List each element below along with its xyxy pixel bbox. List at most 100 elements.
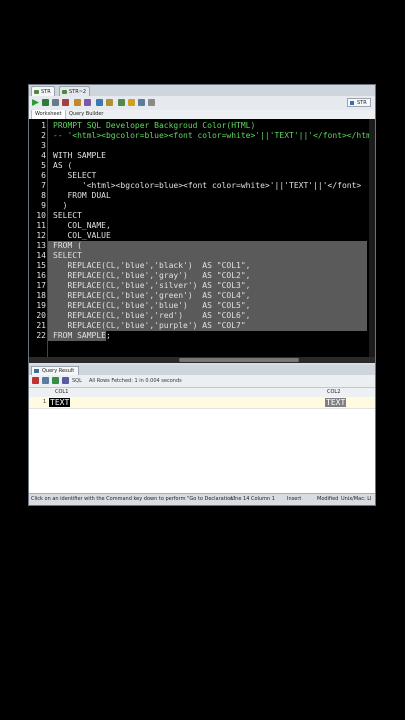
code-text: REPLACE(CL,'blue','red') AS "COL6", [53,311,251,320]
clear-icon[interactable] [106,99,113,106]
code-text: REPLACE(CL,'blue','purple') AS "COL7" [53,321,246,330]
sql-editor[interactable]: 1 PROMPT SQL Developer Backgroud Color(HT… [29,119,375,363]
worksheet-icon [34,90,39,94]
code-text: ) [53,201,68,210]
column-header-col1[interactable]: COL1 [55,388,68,397]
code-text: FROM ( [53,241,82,250]
code-line: 14 SELECT [29,251,375,261]
fetch-status: All Rows Fetched: 1 in 0.004 seconds [89,378,182,384]
connection-label: STR [357,100,367,106]
code-line: 1 PROMPT SQL Developer Backgroud Color(HT… [29,121,375,131]
line-number: 19 [36,301,46,310]
code-text: REPLACE(CL,'blue','silver') AS "COL3", [53,281,251,290]
pin-icon[interactable] [32,377,39,384]
code-text: REPLACE(CL,'blue','gray') AS "COL2", [53,271,251,280]
cursor-position: Line 14 Column 1 [231,496,275,502]
code-line: 4 WITH SAMPLE [29,151,375,161]
sql-tuning-icon[interactable] [96,99,103,106]
history-icon[interactable] [118,99,125,106]
run-statement-icon[interactable] [32,99,39,106]
tab-str[interactable]: STR [31,86,55,96]
print-icon[interactable] [42,377,49,384]
query-result-panel: Query Result SQL All Rows Fetched: 1 in … [29,365,375,495]
line-number: 1 [41,121,46,130]
status-hint: Click on an identifier with the Command … [31,496,236,502]
code-text: COL_NAME, [53,221,111,230]
code-text: FROM SAMPLE; [53,331,111,340]
run-script-icon[interactable] [42,99,49,106]
line-number: 9 [41,201,46,210]
code-text: '<html><bgcolor=blue><font color=white>'… [53,181,362,190]
format-icon[interactable] [128,99,135,106]
tab-query-builder[interactable]: Query Builder [66,110,106,119]
database-icon [350,101,354,105]
code-text: AS ( [53,161,73,170]
cell-col2[interactable]: TEXT [325,398,347,407]
worksheet-icon [62,90,67,94]
line-number: 4 [41,151,46,160]
cell-col1[interactable]: TEXT [49,398,71,407]
editor-horizontal-scrollbar[interactable] [29,357,375,363]
row-number: 1 [43,399,47,405]
line-number: 2 [41,131,46,140]
scrollbar-thumb[interactable] [179,358,299,362]
code-text: REPLACE(CL,'blue','black') AS "COL1", [53,261,251,270]
column-header-col2[interactable]: COL2 [327,388,340,397]
tab-query-result[interactable]: Query Result [31,366,80,375]
tab-str-label: STR [41,89,51,95]
code-line: 5 AS ( [29,161,375,171]
line-number: 5 [41,161,46,170]
line-number: 6 [41,171,46,180]
export-icon[interactable] [62,377,69,384]
line-number: 20 [36,311,46,320]
find-icon[interactable] [138,99,145,106]
status-bar: Click on an identifier with the Command … [29,493,375,505]
code-line: 19 REPLACE(CL,'blue','blue') AS "COL5", [29,301,375,311]
code-text: REPLACE(CL,'blue','blue') AS "COL5", [53,301,251,310]
tab-str-2-label: STR~2 [69,89,87,95]
commit-icon[interactable] [52,99,59,106]
line-ending-status: Unix/Mac: LI [341,496,372,502]
autotrace-icon[interactable] [74,99,81,106]
code-line: 17 REPLACE(CL,'blue','silver') AS "COL3"… [29,281,375,291]
rollback-icon[interactable] [62,99,69,106]
code-line: 20 REPLACE(CL,'blue','red') AS "COL6", [29,311,375,321]
code-text: FROM DUAL [53,191,111,200]
line-number: 18 [36,291,46,300]
code-text: PROMPT SQL Developer Backgroud Color(HTM… [53,121,256,130]
table-row[interactable]: 1 TEXT TEXT [29,397,375,409]
line-number: 8 [41,191,46,200]
line-number: 21 [36,321,46,330]
connection-selector[interactable]: STR [347,98,371,107]
unshared-sql-icon[interactable] [148,99,155,106]
tab-str-2[interactable]: STR~2 [59,86,91,96]
code-text: SELECT [53,251,82,260]
line-number: 15 [36,261,46,270]
code-line: 15 REPLACE(CL,'blue','black') AS "COL1", [29,261,375,271]
editor-vertical-scrollbar[interactable] [369,119,375,357]
code-text: COL_VALUE [53,231,111,240]
sql-developer-window: STR STR~2 STR Worksheet Query Builder 1 … [28,84,376,506]
code-line: 7 '<html><bgcolor=blue><font color=white… [29,181,375,191]
line-number: 16 [36,271,46,280]
worksheet-toolbar: STR [29,96,375,111]
code-text: WITH SAMPLE [53,151,106,160]
line-number: 14 [36,251,46,260]
result-toolbar: SQL All Rows Fetched: 1 in 0.004 seconds [29,375,375,388]
refresh-icon[interactable] [52,377,59,384]
line-number: 7 [41,181,46,190]
grid-icon [34,369,39,373]
code-line: 3 [29,141,375,151]
code-text: REPLACE(CL,'blue','green') AS "COL4", [53,291,251,300]
code-line: 13 FROM ( [29,241,375,251]
code-line: 18 REPLACE(CL,'blue','green') AS "COL4", [29,291,375,301]
code-line: 22 FROM SAMPLE; [29,331,375,341]
code-line: 9 ) [29,201,375,211]
code-text: -- '<html><bgcolor=blue><font color=whit… [53,131,371,140]
line-number: 13 [36,241,46,250]
explain-plan-icon[interactable] [84,99,91,106]
sql-link[interactable]: SQL [72,375,82,387]
line-number: 3 [41,141,46,150]
line-number: 17 [36,281,46,290]
code-line: 2 -- '<html><bgcolor=blue><font color=whi… [29,131,375,141]
